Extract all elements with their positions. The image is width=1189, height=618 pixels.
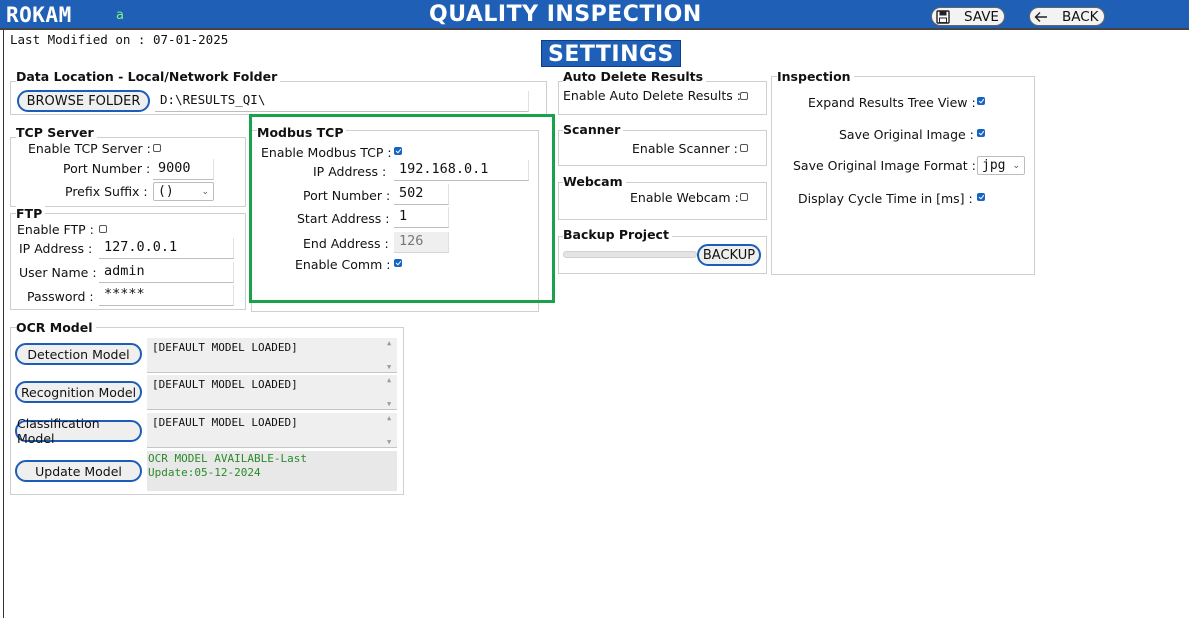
- ftp-ip-label: IP Address :: [19, 241, 93, 256]
- left-border: [3, 30, 4, 618]
- update-status-line1: OCR MODEL AVAILABLE-Last: [148, 452, 307, 465]
- update-status-box: OCR MODEL AVAILABLE-Last Update:05-12-20…: [147, 451, 397, 491]
- inspection-legend: Inspection: [777, 69, 854, 84]
- scroll-up-icon: ▲: [387, 414, 392, 422]
- expand-tree-checkbox[interactable]: [977, 97, 985, 105]
- ftp-user-label: User Name :: [19, 265, 97, 280]
- image-format-label: Save Original Image Format :: [793, 158, 976, 173]
- webcam-enable-checkbox[interactable]: [740, 193, 748, 201]
- app-title: QUALITY INSPECTION: [429, 2, 702, 27]
- chevron-down-icon: ⌄: [1012, 160, 1020, 171]
- scrollbar[interactable]: ▲ ▼: [387, 339, 395, 371]
- ftp-user-field[interactable]: admin: [99, 262, 234, 283]
- scroll-up-icon: ▲: [387, 376, 392, 384]
- scanner-enable-checkbox[interactable]: [740, 144, 748, 152]
- image-format-select[interactable]: jpg ⌄: [977, 156, 1025, 175]
- webcam-legend: Webcam: [563, 174, 626, 189]
- recognition-model-button[interactable]: Recognition Model: [15, 381, 142, 403]
- scrollbar[interactable]: ▲ ▼: [387, 414, 395, 446]
- ftp-password-field[interactable]: *****: [99, 285, 234, 306]
- auto-delete-label: Enable Auto Delete Results :: [563, 88, 741, 103]
- update-model-button[interactable]: Update Model: [15, 460, 142, 482]
- update-status-line2: Update:05-12-2024: [148, 466, 261, 479]
- tcp-enable-label: Enable TCP Server :: [28, 141, 151, 156]
- save-button[interactable]: SAVE: [931, 7, 1005, 26]
- back-button[interactable]: BACK: [1029, 7, 1105, 26]
- backup-legend: Backup Project: [563, 227, 672, 242]
- backup-progress-bar: [563, 251, 697, 258]
- back-label: BACK: [1062, 8, 1099, 25]
- tcp-prefix-label: Prefix Suffix :: [65, 184, 148, 199]
- detection-status-box: [DEFAULT MODEL LOADED] ▲ ▼: [147, 338, 397, 373]
- ftp-enable-checkbox[interactable]: [99, 225, 107, 233]
- ftp-ip-field[interactable]: 127.0.0.1: [99, 238, 234, 259]
- cycle-time-label: Display Cycle Time in [ms] :: [798, 191, 973, 206]
- scroll-down-icon: ▼: [387, 400, 392, 408]
- cycle-time-checkbox[interactable]: [977, 193, 985, 201]
- page-title: SETTINGS: [541, 40, 681, 67]
- chevron-down-icon: ⌄: [201, 186, 209, 197]
- webcam-enable-label: Enable Webcam :: [630, 190, 739, 205]
- tcp-server-legend: TCP Server: [16, 125, 97, 140]
- data-location-legend: Data Location - Local/Network Folder: [16, 69, 281, 84]
- backup-button[interactable]: BACKUP: [697, 244, 761, 266]
- last-modified: Last Modified on : 07-01-2025: [10, 32, 229, 47]
- detection-status-text: [DEFAULT MODEL LOADED]: [152, 341, 298, 354]
- tcp-enable-checkbox[interactable]: [153, 144, 161, 152]
- classification-status-text: [DEFAULT MODEL LOADED]: [152, 416, 298, 429]
- floppy-disk-icon: [936, 9, 950, 24]
- ftp-enable-label: Enable FTP :: [17, 222, 94, 237]
- ftp-password-label: Password :: [27, 289, 94, 304]
- scanner-legend: Scanner: [563, 122, 624, 137]
- brand-suffix: a: [116, 8, 124, 23]
- scrollbar[interactable]: ▲ ▼: [387, 376, 395, 408]
- classification-status-box: [DEFAULT MODEL LOADED] ▲ ▼: [147, 413, 397, 448]
- scroll-up-icon: ▲: [387, 339, 392, 347]
- ocr-model-legend: OCR Model: [16, 320, 96, 335]
- scroll-down-icon: ▼: [387, 363, 392, 371]
- prefix-suffix-value: (): [158, 184, 174, 199]
- recognition-status-text: [DEFAULT MODEL LOADED]: [152, 378, 298, 391]
- scanner-enable-label: Enable Scanner :: [632, 141, 738, 156]
- modbus-highlight-box: [249, 114, 555, 303]
- brand-logo: ROKAM: [6, 3, 72, 27]
- scroll-down-icon: ▼: [387, 438, 392, 446]
- save-label: SAVE: [964, 8, 999, 25]
- ftp-legend: FTP: [16, 206, 46, 221]
- recognition-status-box: [DEFAULT MODEL LOADED] ▲ ▼: [147, 375, 397, 410]
- save-original-label: Save Original Image :: [839, 127, 974, 142]
- data-path-field[interactable]: D:\RESULTS_QI\: [155, 91, 529, 112]
- auto-delete-legend: Auto Delete Results: [563, 69, 707, 84]
- auto-delete-checkbox[interactable]: [740, 92, 748, 100]
- detection-model-button[interactable]: Detection Model: [15, 343, 142, 365]
- image-format-value: jpg: [982, 158, 1006, 173]
- browse-folder-button[interactable]: BROWSE FOLDER: [17, 90, 150, 112]
- classification-model-button[interactable]: Classification Model: [15, 416, 142, 446]
- arrow-left-icon: [1034, 11, 1047, 22]
- save-original-checkbox[interactable]: [977, 129, 985, 137]
- prefix-suffix-select[interactable]: () ⌄: [153, 182, 214, 201]
- tcp-port-field[interactable]: 9000: [153, 159, 214, 180]
- expand-tree-label: Expand Results Tree View :: [808, 95, 976, 110]
- tcp-port-label: Port Number :: [63, 161, 151, 176]
